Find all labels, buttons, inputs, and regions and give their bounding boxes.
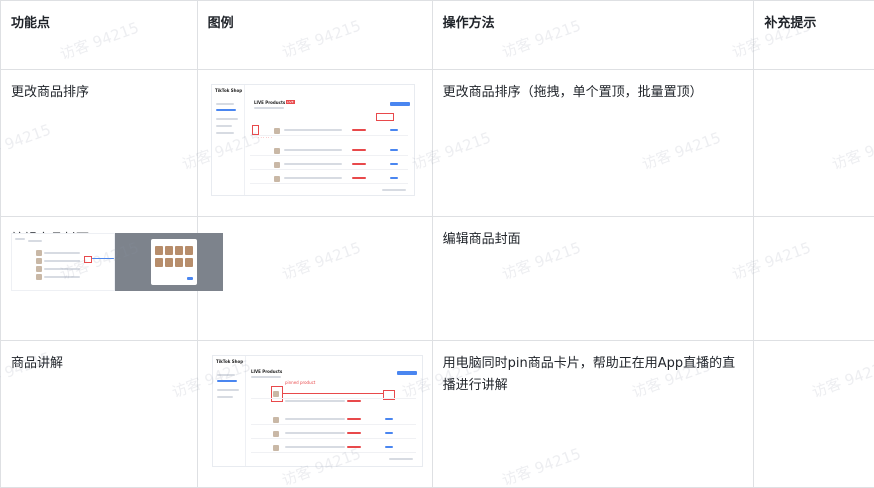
header-tip: 补充提示: [754, 1, 874, 70]
tip-cell: [754, 217, 874, 341]
table-row: 商品讲解 用电脑同时pin商品卡片，帮助正在用App直播的直播进行讲解: [1, 341, 874, 488]
edit-cover-screenshot: [11, 233, 223, 291]
thumb-logo: TikTok Shop: [215, 88, 242, 93]
table-header-row: 功能点 图例 操作方法 补充提示: [1, 1, 874, 70]
feature-cell: 更改商品排序: [1, 70, 198, 217]
header-method: 操作方法: [432, 1, 754, 70]
feature-cell: 商品讲解: [1, 341, 198, 488]
thumb-highlight-box: [376, 113, 394, 121]
thumb-logo: TikTok Shop: [216, 359, 243, 364]
header-illustration: 图例: [197, 1, 432, 70]
thumb-pinned-note: pinned product: [285, 380, 315, 385]
illustration-cell: [197, 217, 432, 341]
tip-cell: [754, 341, 874, 488]
method-cell: 编辑商品封面: [432, 217, 754, 341]
method-cell: 用电脑同时pin商品卡片，帮助正在用App直播的直播进行讲解: [432, 341, 754, 488]
tip-cell: [754, 70, 874, 217]
thumb-title: LIVE Products: [251, 369, 282, 374]
method-cell: 更改商品排序（拖拽，单个置顶，批量置顶）: [432, 70, 754, 217]
thumb-sidebar: TikTok Shop: [213, 356, 246, 466]
sort-products-screenshot: TikTok Shop LIVE Products LIVE · · · · ·…: [211, 84, 415, 196]
thumb-cover-dialog: [151, 239, 197, 285]
header-feature: 功能点: [1, 1, 198, 70]
pin-product-screenshot: TikTok Shop LIVE Products pinned product: [212, 355, 423, 467]
table-row: 更改商品排序 更改商品排序（拖拽，单个置顶，批量置顶）: [1, 70, 874, 217]
thumb-cover-dialog-backdrop: [115, 233, 223, 291]
thumb-sidebar: TikTok Shop: [212, 85, 245, 195]
thumb-live-badge: LIVE: [286, 100, 295, 104]
thumb-product-list: [11, 233, 115, 291]
thumb-title: LIVE Products: [254, 100, 285, 105]
